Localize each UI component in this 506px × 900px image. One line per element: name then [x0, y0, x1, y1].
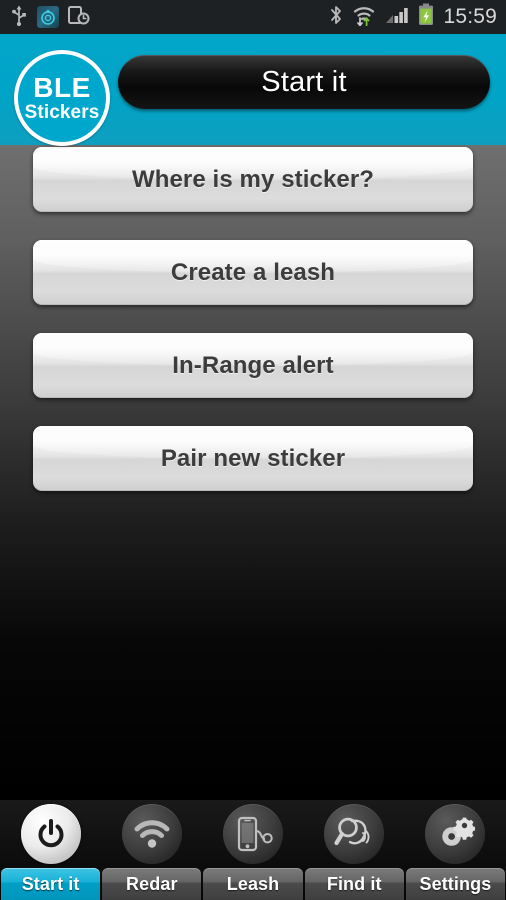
- tab-leash[interactable]: Leash: [203, 868, 303, 900]
- bottom-nav-tabs: Start it Redar Leash Find it Settings: [0, 868, 506, 900]
- bluetooth-icon: [329, 4, 343, 31]
- create-a-leash-button[interactable]: Create a leash: [33, 240, 473, 305]
- nav-icon-cell-start-it[interactable]: [0, 800, 101, 868]
- status-bar-left-icons: [10, 4, 90, 31]
- tab-settings[interactable]: Settings: [405, 868, 506, 900]
- phone-leash-icon[interactable]: [223, 804, 283, 864]
- button-label: Where is my sticker?: [131, 165, 375, 193]
- in-range-alert-button[interactable]: In-Range alert: [33, 333, 473, 398]
- tab-label: Settings: [419, 873, 492, 894]
- battery-charging-icon: [418, 3, 434, 31]
- app-notification-icon: [37, 6, 59, 28]
- nav-icon-cell-leash[interactable]: [202, 800, 303, 868]
- page-title-bar: Start it: [118, 55, 490, 109]
- wifi-radar-icon[interactable]: [121, 804, 182, 864]
- tab-find-it[interactable]: Find it: [304, 868, 404, 900]
- wifi-transfer-icon: [352, 4, 376, 31]
- tab-redar[interactable]: Redar: [102, 868, 202, 900]
- page-title: Start it: [261, 65, 347, 98]
- action-button-list: Where is my sticker? Create a leash In-R…: [33, 147, 473, 491]
- status-bar-clock: 15:59: [443, 4, 497, 28]
- pair-new-sticker-button[interactable]: Pair new sticker: [33, 426, 473, 491]
- where-is-my-sticker-button[interactable]: Where is my sticker?: [33, 147, 473, 212]
- magnifier-signal-icon[interactable]: [324, 804, 385, 864]
- nav-icon-cell-redar[interactable]: [101, 800, 202, 868]
- tab-label: Leash: [226, 873, 280, 894]
- tab-start-it[interactable]: Start it: [1, 868, 101, 900]
- tab-label: Find it: [326, 873, 382, 894]
- status-bar-right-icons: 15:59: [329, 3, 497, 31]
- button-label: Create a leash: [170, 258, 336, 286]
- tab-label: Redar: [126, 873, 178, 894]
- app-logo-primary-text: BLE: [33, 72, 91, 103]
- device-clock-icon: [68, 5, 90, 30]
- button-label: In-Range alert: [172, 351, 334, 379]
- app-logo-secondary-text: Stickers: [24, 102, 100, 123]
- bottom-navigation-bar: Start it Redar Leash Find it Settings: [0, 800, 506, 900]
- power-icon[interactable]: [20, 804, 81, 864]
- signal-bars-icon: [385, 4, 409, 31]
- status-bar: 15:59: [0, 0, 506, 34]
- bottom-nav-icons: [0, 800, 506, 868]
- app-screen: 15:59 Start it BLE Stickers Where is my …: [0, 0, 506, 900]
- app-logo: BLE Stickers: [14, 50, 110, 146]
- nav-icon-cell-find-it[interactable]: [304, 800, 405, 868]
- usb-icon: [10, 4, 28, 31]
- button-label: Pair new sticker: [160, 444, 346, 472]
- gears-icon[interactable]: [425, 804, 486, 864]
- nav-icon-cell-settings[interactable]: [405, 800, 506, 868]
- tab-label: Start it: [21, 873, 80, 894]
